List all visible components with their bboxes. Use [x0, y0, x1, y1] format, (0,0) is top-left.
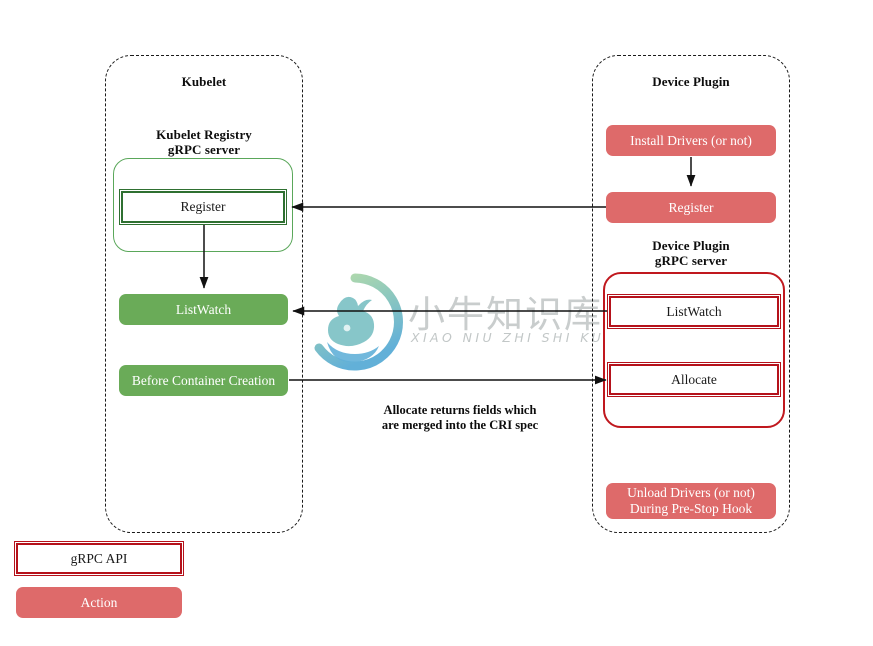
kubelet-registry-title-line1: Kubelet Registry — [156, 127, 252, 142]
device-plugin-grpc-title-line2: gRPC server — [654, 253, 728, 268]
watermark-logo-icon — [314, 273, 403, 371]
watermark: 小牛知识库 XIAO NIU ZHI SHI KU — [305, 272, 601, 372]
device-plugin-listwatch-api-box[interactable]: ListWatch — [606, 293, 782, 330]
unload-drivers-line2: During Pre-Stop Hook — [629, 501, 753, 516]
watermark-chinese-text: 小牛知识库 — [408, 293, 603, 336]
allocate-annotation-line1: Allocate returns fields which — [383, 403, 537, 417]
device-plugin-register-action-box[interactable]: Register — [606, 192, 776, 223]
kubelet-registry-title-line2: gRPC server — [167, 142, 241, 157]
device-plugin-install-drivers-action-box[interactable]: Install Drivers (or not) — [606, 125, 776, 156]
allocate-annotation-line2: are merged into the CRI spec — [381, 418, 539, 432]
kubelet-title: Kubelet — [181, 74, 227, 89]
device-plugin-title: Device Plugin — [652, 74, 730, 89]
kubelet-listwatch-action-box[interactable]: ListWatch — [119, 294, 288, 325]
legend-grpc-api-swatch: gRPC API — [13, 540, 185, 577]
device-plugin-grpc-title-line1: Device Plugin — [652, 238, 730, 253]
device-plugin-allocate-api-box[interactable]: Allocate — [606, 361, 782, 398]
kubelet-before-container-creation-action-box[interactable]: Before Container Creation — [119, 365, 288, 396]
diagram-canvas: 小牛知识库 XIAO NIU ZHI SHI KU Kubelet Device… — [0, 0, 873, 646]
watermark-pinyin-text: XIAO NIU ZHI SHI KU — [411, 330, 605, 345]
device-plugin-unload-drivers-action-box[interactable]: Unload Drivers (or not) During Pre-Stop … — [606, 483, 776, 519]
kubelet-register-api-box[interactable]: Register — [118, 188, 288, 226]
unload-drivers-line1: Unload Drivers (or not) — [627, 485, 755, 500]
legend-action-swatch: Action — [16, 587, 182, 618]
